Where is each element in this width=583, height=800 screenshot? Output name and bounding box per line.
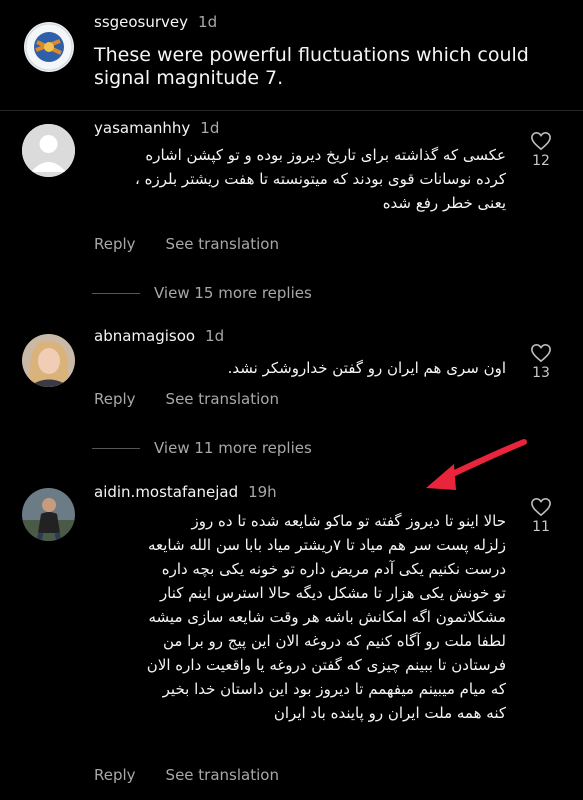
reply-button[interactable]: Reply: [94, 766, 136, 784]
comment-text: حالا اینو تا دیروز گفته تو ماکو شایعه شد…: [146, 512, 506, 722]
heart-icon: [531, 343, 551, 363]
reply-button[interactable]: Reply: [94, 235, 136, 253]
comments-screen: ssgeosurvey 1d These were powerful fluctu…: [0, 0, 583, 800]
replies-line: [92, 293, 140, 294]
like-count: 11: [532, 519, 550, 535]
divider: [0, 110, 583, 111]
like-button[interactable]: 13: [521, 343, 561, 381]
reply-button[interactable]: Reply: [94, 390, 136, 408]
avatar[interactable]: [22, 124, 75, 177]
see-translation-button[interactable]: See translation: [166, 390, 279, 408]
replies-line: [92, 448, 140, 449]
red-arrow-annotation: [426, 439, 527, 490]
see-translation-button[interactable]: See translation: [166, 235, 279, 253]
default-avatar-icon: [22, 124, 75, 177]
heart-icon: [531, 131, 551, 151]
avatar[interactable]: [22, 488, 75, 541]
comment-username[interactable]: ssgeosurvey 1d: [94, 13, 217, 31]
profile-photo: [22, 488, 75, 541]
profile-photo: [22, 334, 75, 387]
like-button[interactable]: 11: [521, 497, 561, 535]
comment-text: These were powerful fluctuations which c…: [94, 44, 529, 89]
comment-actions: Reply See translation: [94, 390, 279, 408]
like-count: 13: [532, 365, 550, 381]
comment-actions: Reply See translation: [94, 235, 279, 253]
avatar[interactable]: [24, 22, 74, 72]
like-count: 12: [532, 153, 550, 169]
like-button[interactable]: 12: [521, 131, 561, 169]
avatar[interactable]: [22, 334, 75, 387]
view-replies-button[interactable]: View 11 more replies: [92, 439, 312, 457]
comment-time: 19h: [248, 483, 277, 501]
comment-time: 1d: [205, 327, 225, 345]
ssgeosurvey-logo-icon: [25, 23, 73, 71]
heart-icon: [531, 497, 551, 517]
comment-time: 1d: [198, 13, 218, 31]
comment-time: 1d: [200, 119, 220, 137]
comment-text: اون سری هم ایران رو گفتن خداروشکر نشد.: [227, 359, 506, 377]
comment-username[interactable]: aidin.mostafanejad 19h: [94, 483, 277, 501]
view-replies-button[interactable]: View 15 more replies: [92, 284, 312, 302]
comment-username[interactable]: abnamagisoo 1d: [94, 327, 224, 345]
comment-username[interactable]: yasamanhhy 1d: [94, 119, 219, 137]
comment-actions: Reply See translation: [94, 766, 279, 784]
comment-text: عکسی که گذاشته برای تاریخ دیروز بوده و ت…: [135, 146, 506, 212]
see-translation-button[interactable]: See translation: [166, 766, 279, 784]
